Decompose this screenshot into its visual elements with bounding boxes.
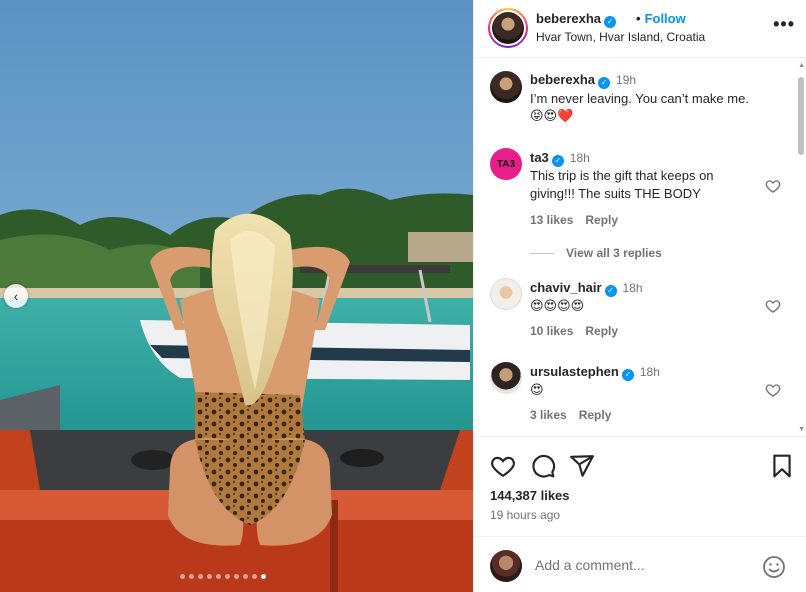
carousel-dot [243, 574, 248, 579]
verified-badge-icon: ✓ [551, 155, 564, 167]
caption-text: I’m never leaving. You can’t make me. [530, 91, 749, 106]
caption-author[interactable]: beberexha ✓ 19h [530, 72, 636, 89]
comment-text: 😍😍😍😍 [530, 298, 585, 313]
comment-author[interactable]: ta3 ✓ 18h [530, 150, 590, 167]
follow-label[interactable]: Follow [645, 11, 686, 26]
comment-meta: 3 likes Reply [530, 408, 623, 422]
comment-time: 18h [639, 365, 660, 379]
heart-icon[interactable] [765, 382, 781, 398]
emoji-icon[interactable] [762, 555, 786, 579]
avatar[interactable]: TA3 [490, 148, 522, 180]
more-options-icon[interactable]: ••• [773, 14, 795, 35]
share-icon[interactable] [569, 453, 595, 479]
verified-badge-icon: ✓ [598, 77, 611, 89]
post-timestamp[interactable]: 19 hours ago [490, 508, 560, 522]
post-location[interactable]: Hvar Town, Hvar Island, Croatia [536, 30, 705, 44]
reply-button[interactable]: Reply [579, 408, 612, 422]
carousel-dot [234, 574, 239, 579]
comment-time: 18h [622, 281, 643, 295]
carousel-dot [189, 574, 194, 579]
comments-scrollbar[interactable]: ▲ ▼ [796, 59, 806, 436]
post-media[interactable]: ‹ [0, 0, 473, 592]
author-avatar[interactable] [488, 8, 528, 48]
comment-meta: 13 likes Reply [530, 213, 630, 227]
caption-time: 19h [616, 73, 637, 87]
follow-button[interactable]: • Follow [632, 11, 686, 26]
post-details-panel: beberexha ✓ • Follow Hvar Town, Hvar Islan… [473, 0, 806, 592]
carousel-prev-button[interactable]: ‹ [4, 284, 28, 308]
carousel-dot [252, 574, 257, 579]
carousel-dot [180, 574, 185, 579]
scroll-up-icon[interactable]: ▲ [798, 62, 805, 69]
avatar[interactable] [490, 362, 522, 394]
separator-dot: • [636, 11, 641, 26]
comment-likes[interactable]: 3 likes [530, 408, 567, 422]
comment-text-line2: giving!!! The suits THE BODY [530, 186, 701, 201]
avatar[interactable] [490, 71, 522, 103]
comments-list: beberexha ✓ 19h I’m never leaving. You can… [474, 59, 806, 436]
comment-text: 😍 [530, 382, 544, 397]
view-replies-button[interactable]: View all 3 replies [530, 246, 662, 260]
scroll-down-icon[interactable]: ▼ [798, 426, 805, 433]
author-username-text[interactable]: beberexha [536, 11, 601, 26]
avatar-text: TA3 [496, 158, 516, 170]
author-username[interactable]: beberexha ✓ [536, 11, 617, 28]
comment-input[interactable] [535, 557, 755, 573]
carousel-dot [225, 574, 230, 579]
carousel-dot [207, 574, 212, 579]
comment-meta: 10 likes Reply [530, 324, 630, 338]
heart-icon[interactable] [765, 298, 781, 314]
avatar[interactable] [490, 278, 522, 310]
verified-badge-icon: ✓ [604, 16, 617, 28]
comment-icon[interactable] [530, 453, 556, 479]
comment-time: 18h [569, 151, 590, 165]
comment-username[interactable]: chaviv_hair [530, 280, 602, 295]
verified-badge-icon: ✓ [604, 285, 617, 297]
chevron-left-icon: ‹ [13, 288, 19, 304]
caption-username[interactable]: beberexha [530, 72, 595, 87]
carousel-dot [261, 574, 266, 579]
add-comment-bar [474, 536, 806, 592]
post-header: beberexha ✓ • Follow Hvar Town, Hvar Islan… [474, 0, 806, 58]
likes-count[interactable]: 144,387 likes [490, 488, 570, 503]
carousel-dot [216, 574, 221, 579]
comment-text-line1: This trip is the gift that keeps on [530, 168, 714, 183]
comment-username[interactable]: ta3 [530, 150, 549, 165]
reply-button[interactable]: Reply [585, 324, 618, 338]
post-actions: 144,387 likes 19 hours ago [474, 436, 806, 536]
comment-author[interactable]: ursulastephen ✓ 18h [530, 364, 660, 381]
avatar [490, 550, 522, 582]
comment-author[interactable]: chaviv_hair ✓ 18h [530, 280, 643, 297]
replies-divider [530, 252, 554, 254]
carousel-dot [198, 574, 203, 579]
comment-likes[interactable]: 10 likes [530, 324, 573, 338]
bookmark-icon[interactable] [769, 453, 795, 479]
heart-icon[interactable] [765, 178, 781, 194]
view-replies-label[interactable]: View all 3 replies [566, 246, 662, 260]
scroll-thumb[interactable] [798, 77, 804, 155]
comment-likes[interactable]: 13 likes [530, 213, 573, 227]
heart-icon[interactable] [490, 453, 516, 479]
comment-username[interactable]: ursulastephen [530, 364, 619, 379]
verified-badge-icon: ✓ [621, 369, 634, 381]
post-photo [0, 0, 473, 592]
caption-emoji: 😝😍❤️ [530, 108, 574, 123]
carousel-indicator [180, 574, 266, 579]
reply-button[interactable]: Reply [585, 213, 618, 227]
